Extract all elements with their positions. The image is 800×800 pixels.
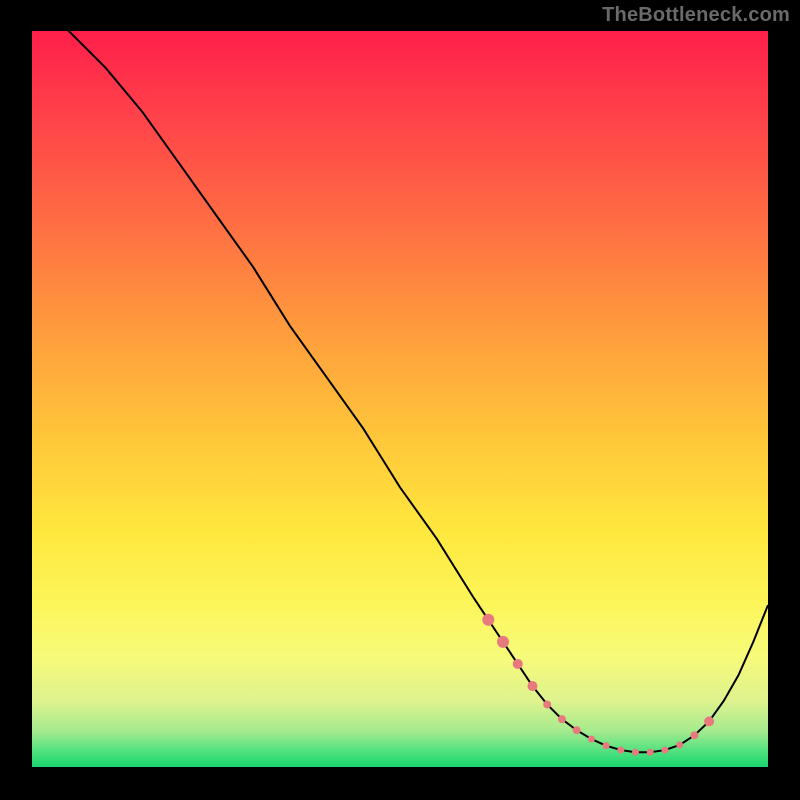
marker-dot	[573, 726, 581, 734]
marker-dot	[527, 681, 537, 691]
marker-dot	[661, 747, 668, 754]
plot-area	[32, 31, 768, 767]
marker-dot	[482, 614, 494, 626]
attribution-label: TheBottleneck.com	[602, 4, 790, 27]
marker-dot	[558, 715, 566, 723]
chart-frame: TheBottleneck.com	[0, 0, 800, 800]
marker-dot	[676, 741, 683, 748]
flat-region-markers	[482, 614, 714, 756]
marker-dot	[588, 736, 595, 743]
marker-dot	[497, 636, 509, 648]
marker-dot	[647, 749, 654, 756]
bottleneck-curve	[32, 31, 768, 752]
marker-dot	[617, 747, 624, 754]
marker-dot	[690, 731, 698, 739]
marker-dot	[513, 659, 523, 669]
curve-path	[32, 31, 768, 752]
marker-dot	[603, 742, 610, 749]
chart-svg	[32, 31, 768, 767]
marker-dot	[632, 749, 639, 756]
marker-dot	[704, 716, 714, 726]
marker-dot	[543, 700, 551, 708]
